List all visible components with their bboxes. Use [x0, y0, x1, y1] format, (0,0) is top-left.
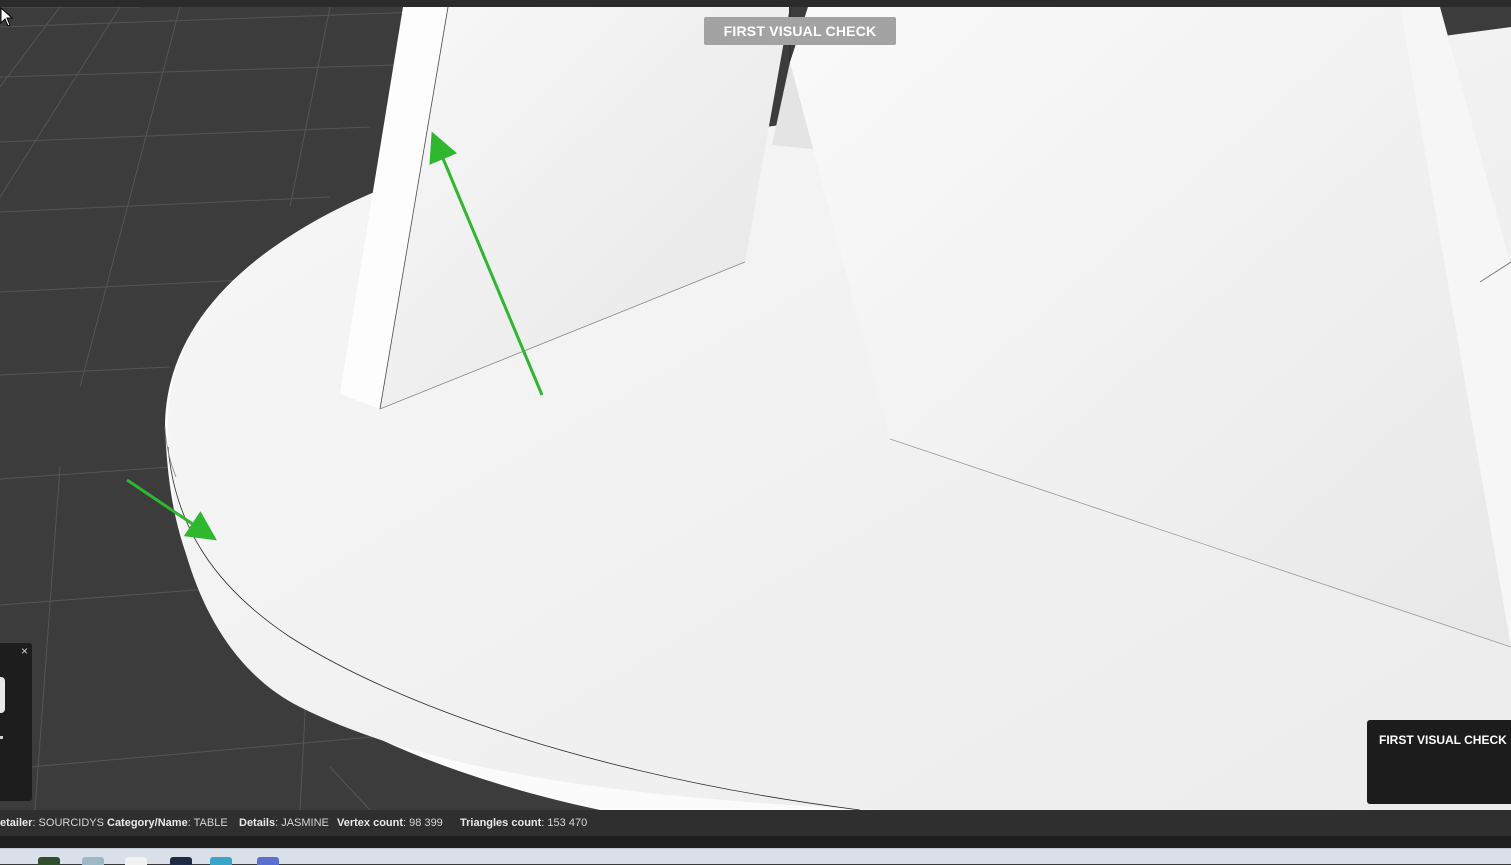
- bottom-strip: [0, 836, 1511, 848]
- 3d-viewport[interactable]: [0, 7, 1511, 810]
- close-icon[interactable]: ×: [21, 645, 28, 657]
- left-collapsed-panel[interactable]: ×: [0, 643, 32, 801]
- visual-check-panel[interactable]: FIRST VISUAL CHECK: [1367, 720, 1511, 804]
- model-info-bar: etailer: SOURCIDYS Category/Name: TABLE …: [0, 810, 1511, 836]
- mouse-cursor-icon: [0, 7, 14, 27]
- vertex-count-field: Vertex count: 98 399: [337, 817, 443, 829]
- category-field: Category/Name: TABLE: [107, 817, 228, 829]
- visual-check-title: FIRST VISUAL CHECK: [704, 17, 896, 45]
- scene-render: [0, 7, 1511, 810]
- details-field: Details: JASMINE: [239, 817, 329, 829]
- visual-check-panel-title: FIRST VISUAL CHECK: [1379, 733, 1507, 747]
- os-taskbar: [0, 848, 1511, 865]
- triangles-count-field: Triangles count: 153 470: [460, 817, 588, 829]
- top-window-bar: [0, 0, 1511, 7]
- panel-icon: [0, 677, 5, 713]
- panel-dot: [0, 736, 3, 739]
- retailer-field: etailer: SOURCIDYS: [0, 817, 104, 829]
